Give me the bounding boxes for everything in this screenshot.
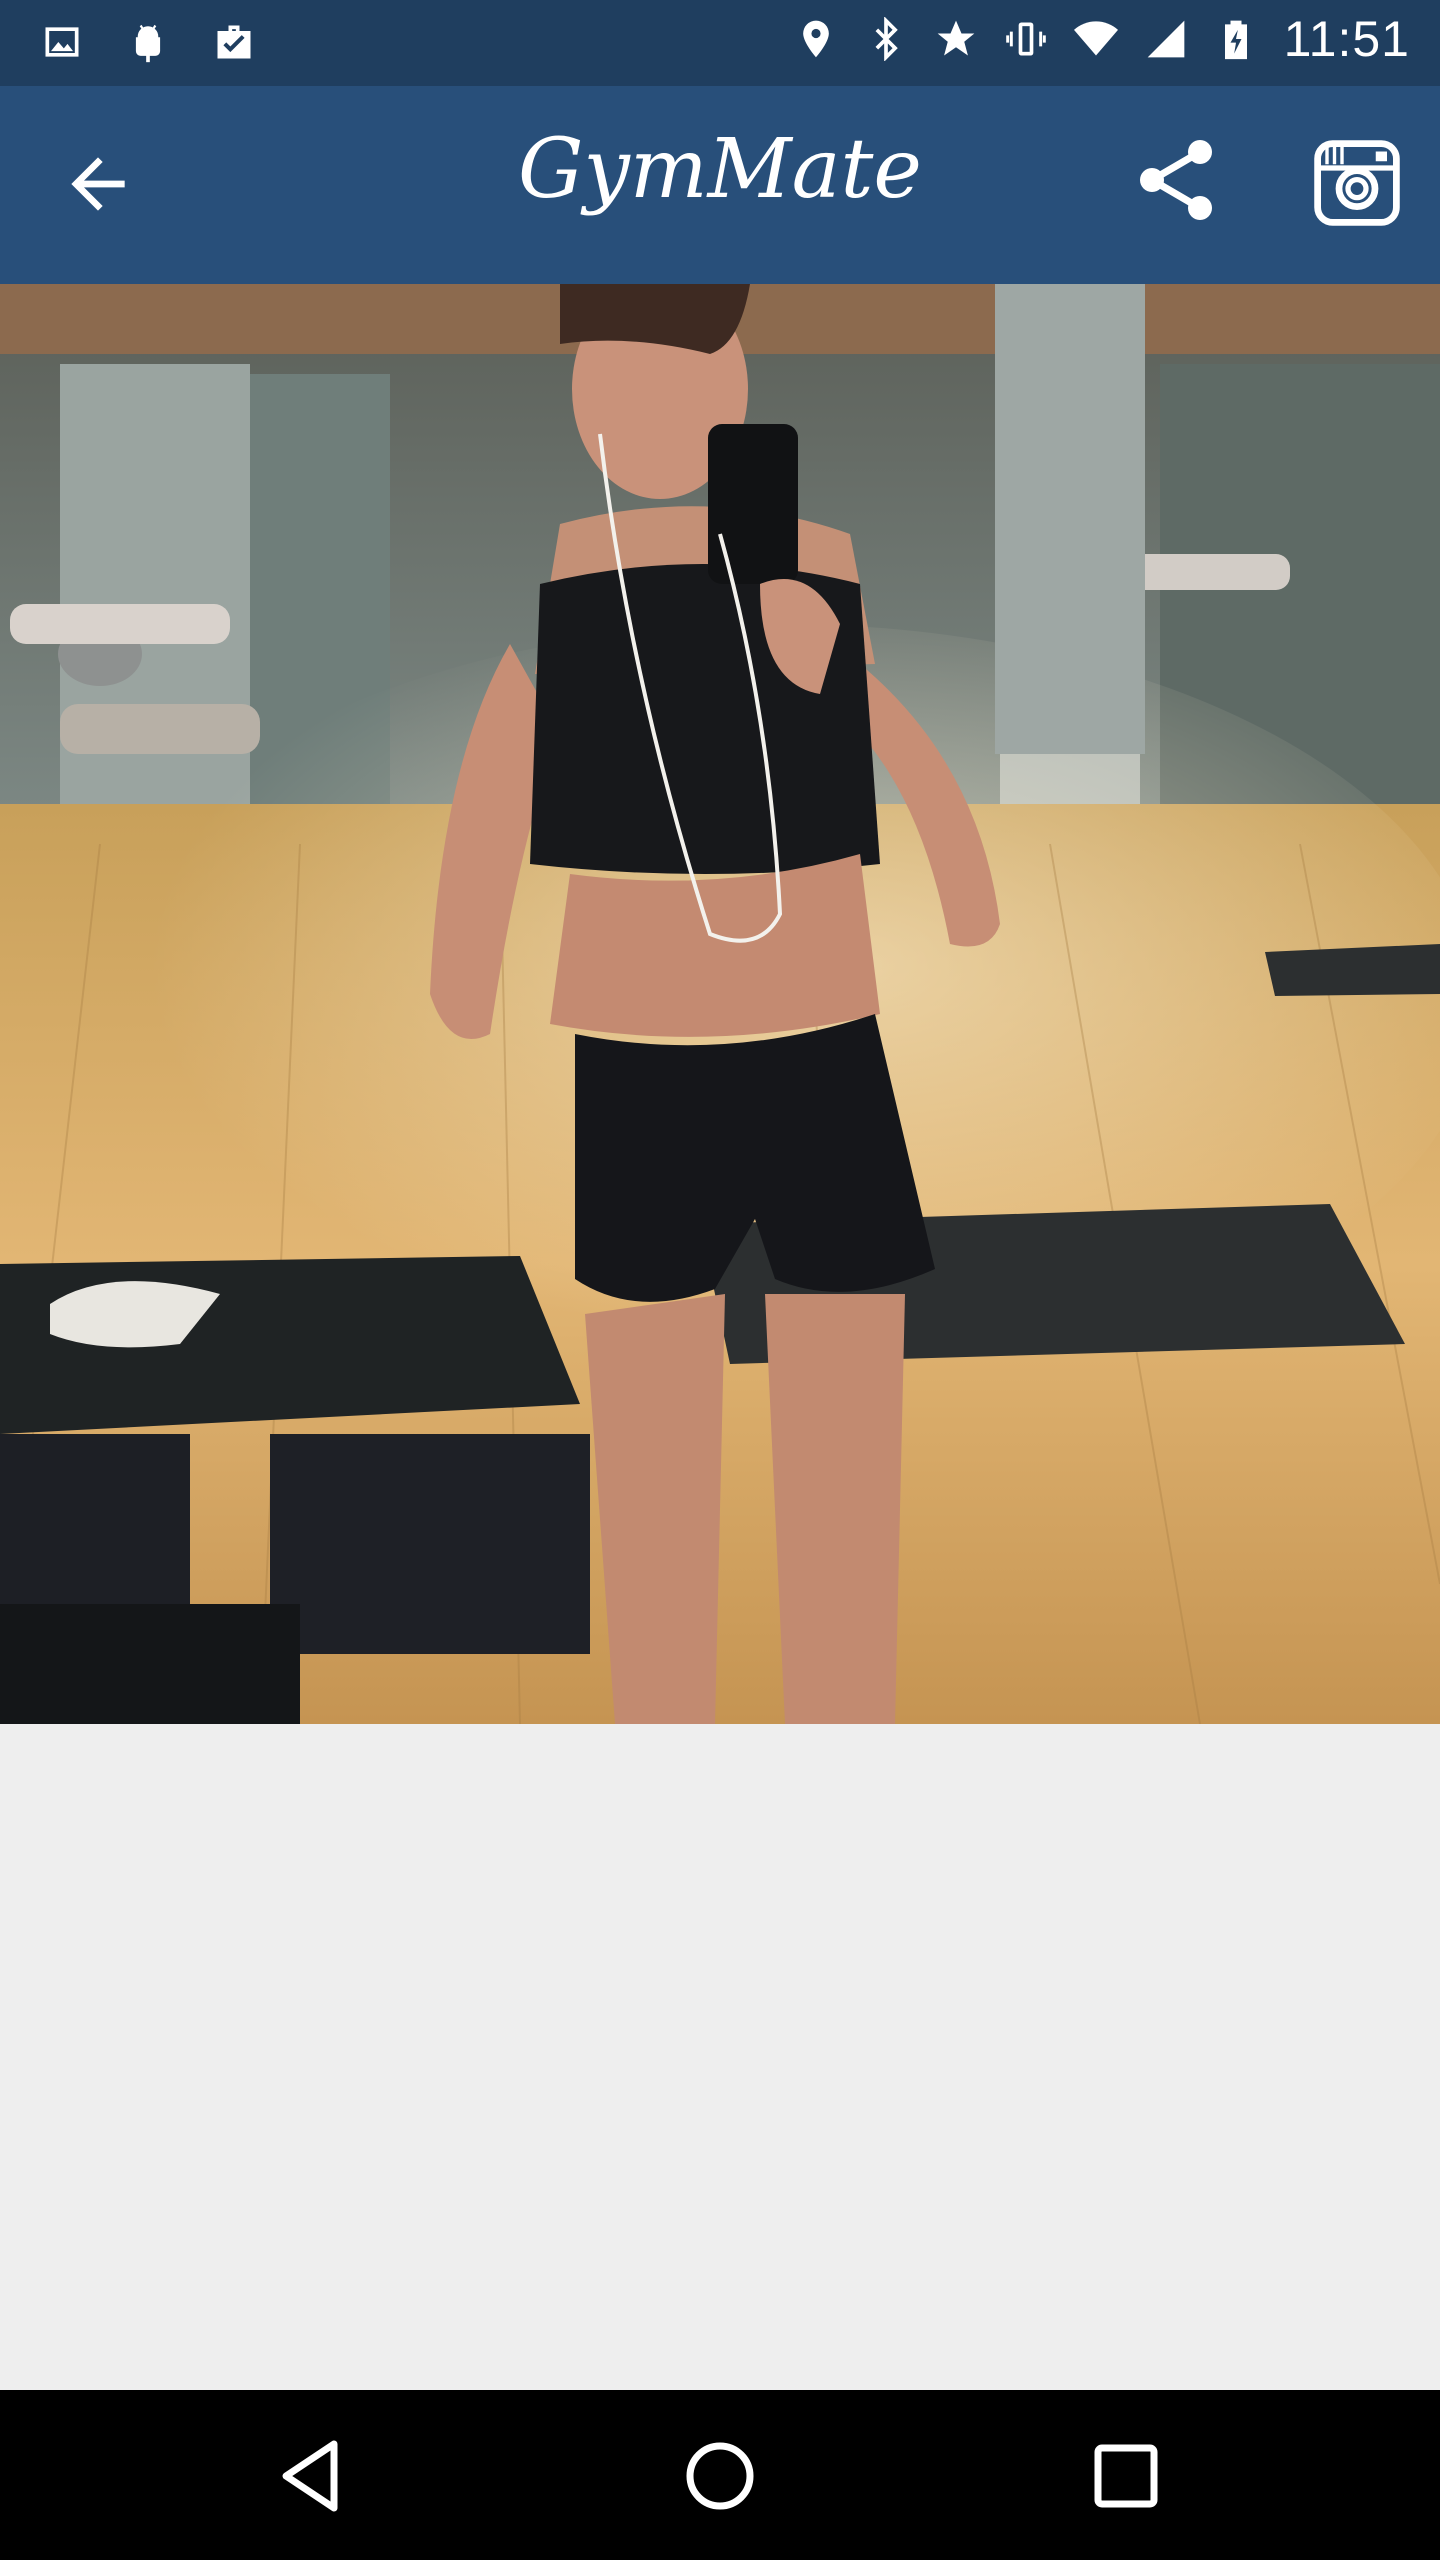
instagram-icon[interactable] bbox=[1312, 138, 1402, 228]
app-title: GymMate bbox=[518, 122, 922, 217]
status-bar-notifications bbox=[40, 16, 256, 68]
nav-home-icon[interactable] bbox=[672, 2428, 768, 2524]
wifi-icon bbox=[1073, 13, 1118, 65]
bluetooth-icon bbox=[864, 13, 908, 65]
android-icon bbox=[126, 16, 170, 68]
gallery-icon bbox=[40, 16, 84, 68]
star-icon bbox=[934, 13, 978, 65]
battery-charging-icon bbox=[1214, 13, 1258, 65]
briefcase-check-icon bbox=[212, 16, 256, 68]
gym-mirror-selfie-photo bbox=[0, 284, 1440, 1724]
status-bar: 11:51 bbox=[0, 0, 1440, 86]
vibrate-icon bbox=[1004, 13, 1048, 65]
location-icon bbox=[794, 13, 838, 65]
navigation-bar bbox=[0, 2390, 1440, 2560]
app-bar: GymMate bbox=[0, 86, 1440, 284]
signal-icon bbox=[1144, 13, 1188, 65]
status-bar-system: 11:51 bbox=[794, 10, 1410, 68]
share-icon[interactable] bbox=[1128, 132, 1224, 228]
status-time: 11:51 bbox=[1283, 11, 1410, 67]
nav-back-icon[interactable] bbox=[266, 2428, 362, 2524]
nav-recents-icon[interactable] bbox=[1078, 2428, 1174, 2524]
